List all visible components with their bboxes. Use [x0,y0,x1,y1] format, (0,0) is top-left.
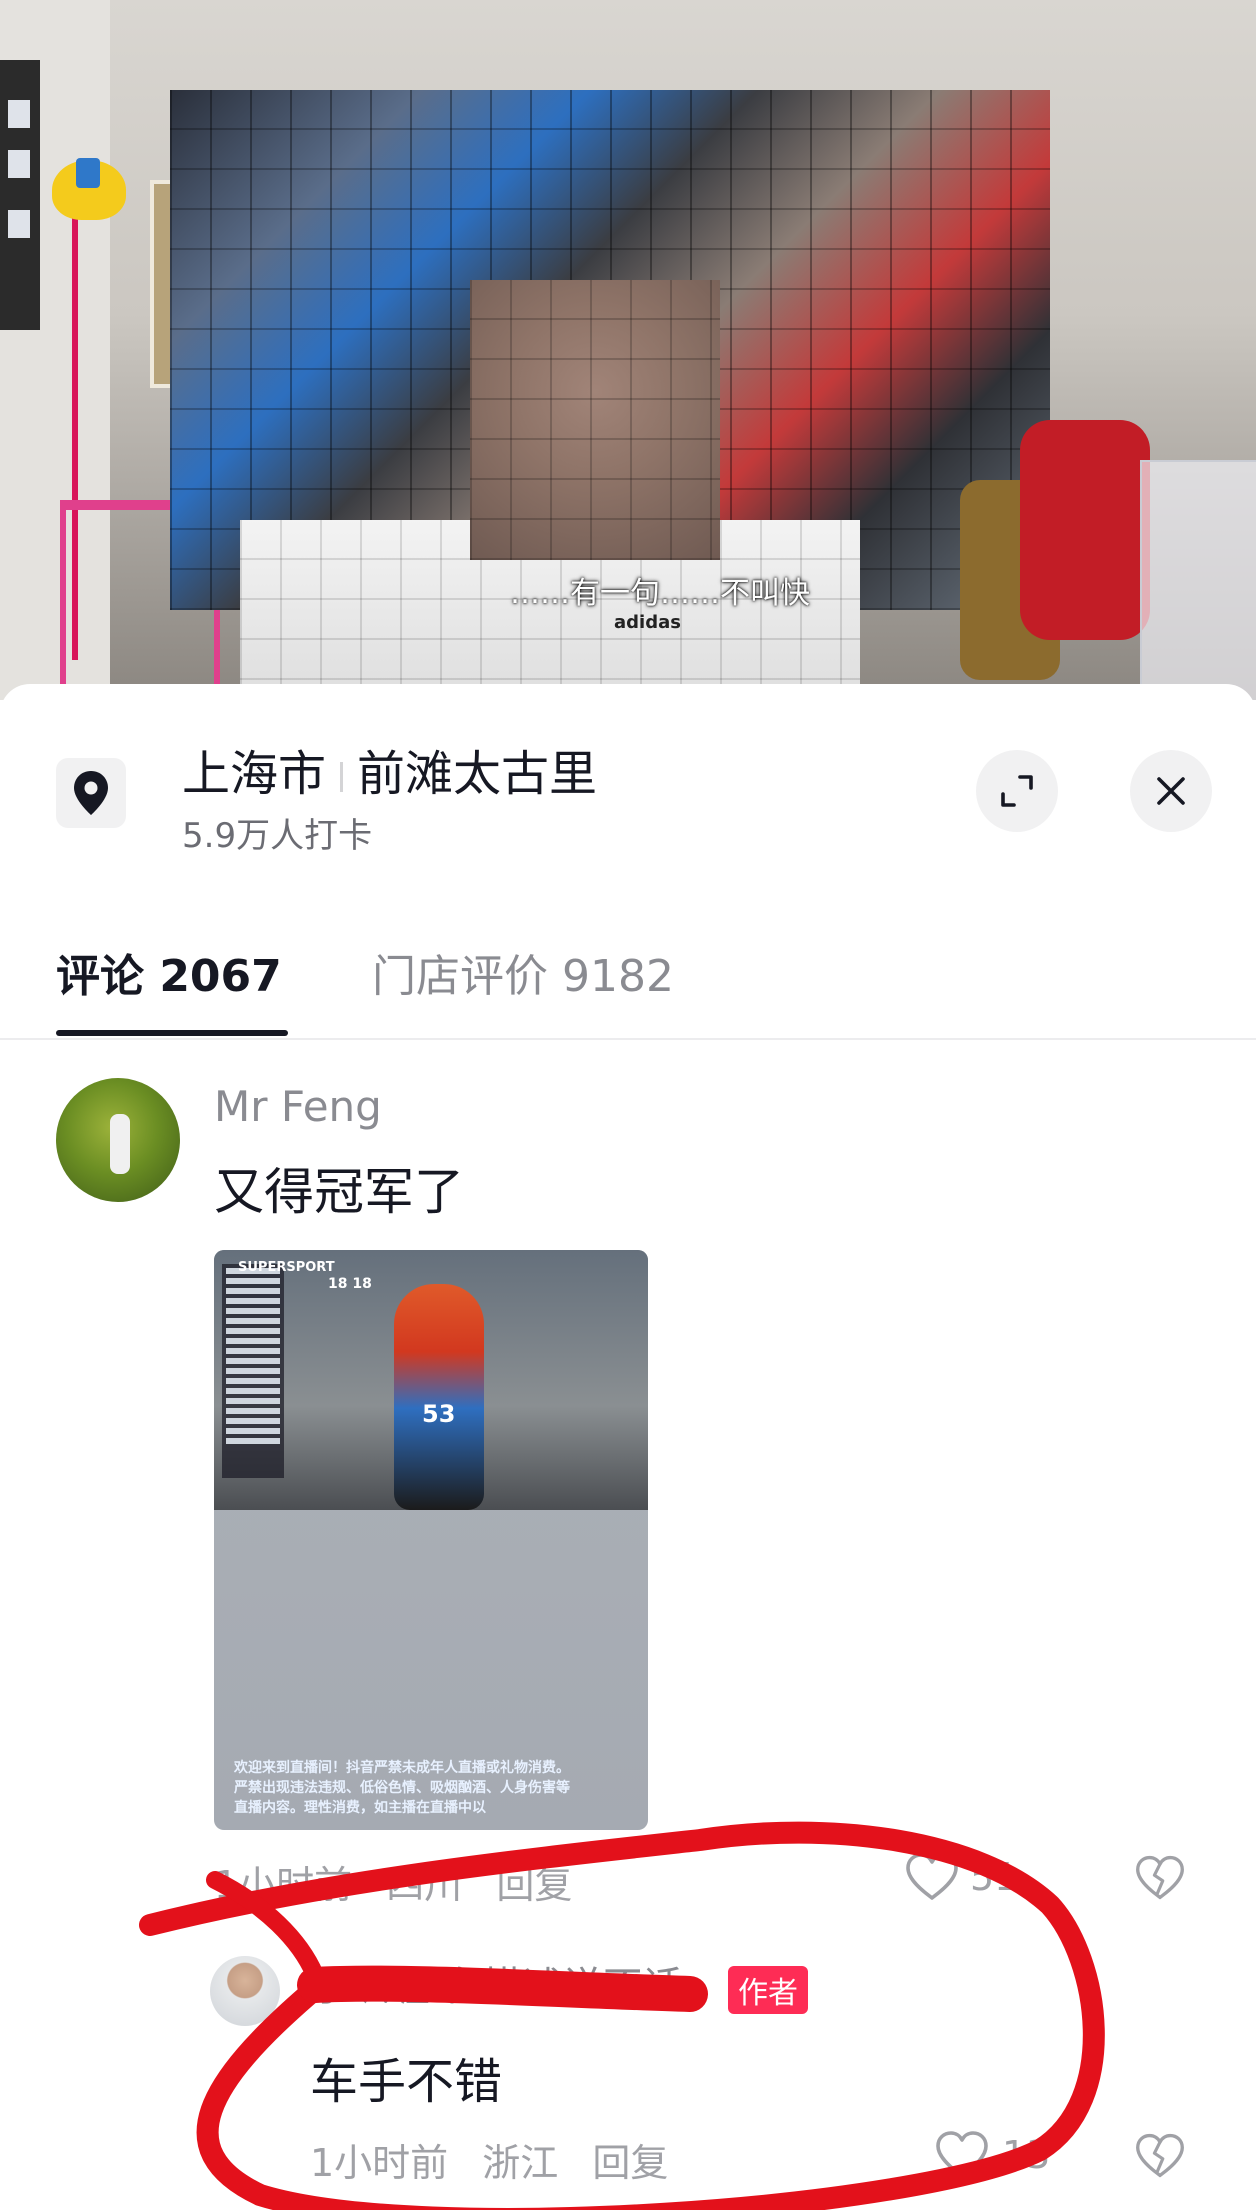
title-separator [340,762,344,792]
lamp-cap [76,158,100,188]
reply-time: 1小时前 [310,2141,449,2185]
like-button[interactable]: 51 [904,1852,1018,1902]
location-city: 上海市 [182,746,327,802]
reply-avatar[interactable] [210,1956,280,2026]
reply-dislike-icon[interactable] [1134,2132,1186,2180]
comment-username[interactable]: Mr Feng [214,1082,382,1131]
pegboard [0,60,40,330]
reply-text: 车手不错 [310,2054,503,2110]
comment-image[interactable]: SUPERSPORT 18 18 53 欢迎来到直播间！抖音严禁未成年人直播或礼… [214,1250,648,1830]
location-place: 前滩太古里 [357,746,598,802]
reply-reply-button[interactable]: 回复 [592,2141,668,2185]
avatar[interactable] [56,1078,180,1202]
heart-icon [936,2131,988,2178]
author-badge: 作者 [728,1966,808,2014]
race-screenshot: SUPERSPORT 18 18 53 [214,1250,648,1510]
pixelated-face [470,280,720,560]
video-player[interactable]: adidas ……有一句……不叫快 [0,0,1256,700]
heart-icon [906,1853,958,1900]
reply-meta: 1小时前 浙江 回复 [310,2132,690,2187]
race-leaderboard [222,1264,284,1478]
backpack-red [1020,420,1150,640]
dislike-icon[interactable] [1134,1854,1186,1902]
tab-comments[interactable]: 评论 2067 [56,940,282,1004]
reply-like-button[interactable]: 13 [934,2130,1050,2180]
location-title[interactable]: 上海市 前滩太古里 [182,734,597,804]
active-tab-indicator [56,1030,288,1036]
expand-button[interactable] [976,750,1058,832]
checkin-count: 5.9万人打卡 [182,816,373,856]
race-overlay-title: SUPERSPORT [238,1260,335,1275]
reply-region: 浙江 [482,2141,559,2185]
comment-time: 1小时前 [214,1863,353,1907]
comment-meta: 1小时前 四川 回复 [214,1854,594,1909]
motorcycle-rider [394,1284,484,1510]
comment-region: 四川 [386,1863,463,1907]
location-pin-icon[interactable] [56,758,126,828]
tab-store-reviews[interactable]: 门店评价 9182 [372,940,674,1004]
video-subtitle: ……有一句……不叫快 [510,576,810,611]
rider-number: 53 [422,1400,456,1428]
reply-like-count: 13 [1002,2133,1051,2177]
expand-icon [1001,775,1033,807]
comment-sheet: 上海市 前滩太古里 5.9万人打卡 评论 2067 门店评价 9182 Mr Fe… [0,684,1256,2210]
shirt-logo: adidas [614,612,681,633]
like-count: 51 [970,1855,1019,1899]
close-button[interactable] [1130,750,1212,832]
race-clock: 18 18 [328,1276,372,1292]
reply-username[interactable]: 小飒喔 在描述说不话 [310,1954,683,2012]
close-icon [1157,777,1185,805]
tabs-divider [0,1038,1256,1040]
live-notice-text: 欢迎来到直播间！抖音严禁未成年人直播或礼物消费。严禁出现违法违规、低俗色情、吸烟… [234,1760,570,1816]
comment-text: 又得冠军了 [214,1163,464,1221]
reply-button[interactable]: 回复 [496,1863,572,1907]
shoe-rack [1140,460,1256,700]
